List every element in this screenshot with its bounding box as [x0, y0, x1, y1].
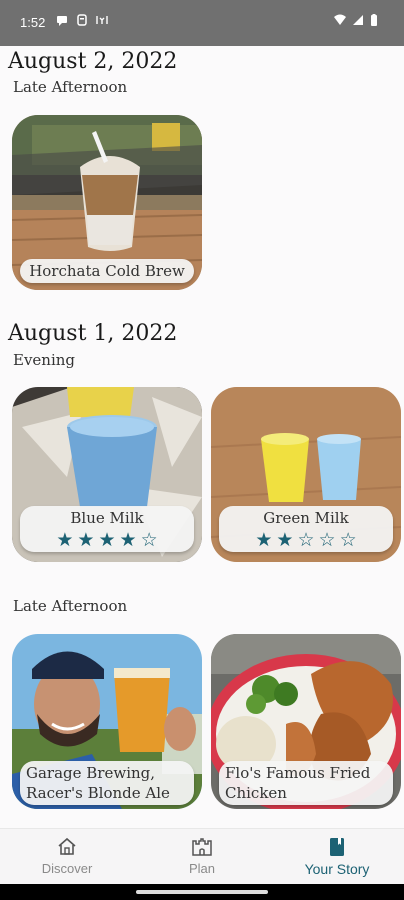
home-icon [58, 837, 76, 855]
castle-icon [192, 838, 212, 856]
status-bar: 1:52 [0, 0, 404, 46]
star-filled-icon: ★ [98, 529, 116, 551]
star-empty-icon: ☆ [318, 529, 336, 551]
star-filled-icon: ★ [77, 529, 95, 551]
status-time: 1:52 [20, 15, 46, 30]
star-empty-icon: ☆ [339, 529, 357, 551]
message-icon [57, 16, 67, 26]
nav-label: Your Story [304, 861, 370, 877]
story-card-blue-milk[interactable]: Blue Milk ★ ★ ★ ★ ☆ [12, 387, 202, 562]
item-caption: Green Milk ★ ★ ☆ ☆ ☆ [219, 506, 393, 552]
item-name: Blue Milk [70, 509, 144, 527]
gesture-bar [0, 884, 404, 900]
story-card-garage-brewing[interactable]: Garage Brewing, Racer's Blonde Ale [12, 634, 202, 809]
nav-item-your-story[interactable]: Your Story [282, 835, 392, 877]
time-of-day-heading: Evening [13, 351, 76, 369]
star-empty-icon: ☆ [297, 529, 315, 551]
home-gesture-handle[interactable] [136, 890, 268, 894]
story-feed[interactable]: August 2, 2022 Late Afternoon Horchata C… [0, 46, 404, 828]
nav-label: Discover [41, 861, 93, 876]
bottom-navigation: Discover Plan Your Story [0, 828, 404, 884]
story-card-flos-fried-chicken[interactable]: Flo's Famous Fried Chicken [211, 634, 401, 809]
cast-icon [96, 16, 108, 24]
system-icons [334, 14, 378, 26]
signal-icon [353, 15, 363, 25]
battery-icon [371, 14, 377, 26]
nav-item-discover[interactable]: Discover [12, 835, 122, 876]
item-caption: Flo's Famous Fried Chicken [219, 761, 393, 805]
notification-icons [56, 14, 108, 26]
star-filled-icon: ★ [276, 529, 294, 551]
storage-icon [77, 14, 87, 26]
rating-stars: ★ ★ ☆ ☆ ☆ [225, 530, 387, 550]
star-empty-icon: ☆ [140, 529, 158, 551]
wifi-icon [334, 14, 346, 25]
date-heading: August 1, 2022 [8, 321, 178, 346]
story-card-green-milk[interactable]: Green Milk ★ ★ ☆ ☆ ☆ [211, 387, 401, 562]
story-card-horchata-cold-brew[interactable]: Horchata Cold Brew [12, 115, 202, 290]
item-name: Green Milk [263, 509, 349, 527]
nav-label: Plan [188, 861, 216, 876]
rating-stars: ★ ★ ★ ★ ☆ [26, 530, 188, 550]
item-caption: Horchata Cold Brew [20, 259, 194, 283]
item-name: Garage Brewing, Racer's Blonde Ale [26, 764, 170, 802]
date-heading: August 2, 2022 [8, 49, 178, 74]
item-caption: Blue Milk ★ ★ ★ ★ ☆ [20, 506, 194, 552]
nav-item-plan[interactable]: Plan [147, 835, 257, 876]
item-name: Horchata Cold Brew [29, 262, 185, 280]
star-filled-icon: ★ [119, 529, 137, 551]
time-of-day-heading: Late Afternoon [13, 78, 128, 96]
time-of-day-heading: Late Afternoon [13, 597, 128, 615]
item-name: Flo's Famous Fried Chicken [225, 764, 371, 802]
book-icon [330, 838, 344, 856]
star-filled-icon: ★ [56, 529, 74, 551]
item-caption: Garage Brewing, Racer's Blonde Ale [20, 761, 194, 805]
star-filled-icon: ★ [255, 529, 273, 551]
